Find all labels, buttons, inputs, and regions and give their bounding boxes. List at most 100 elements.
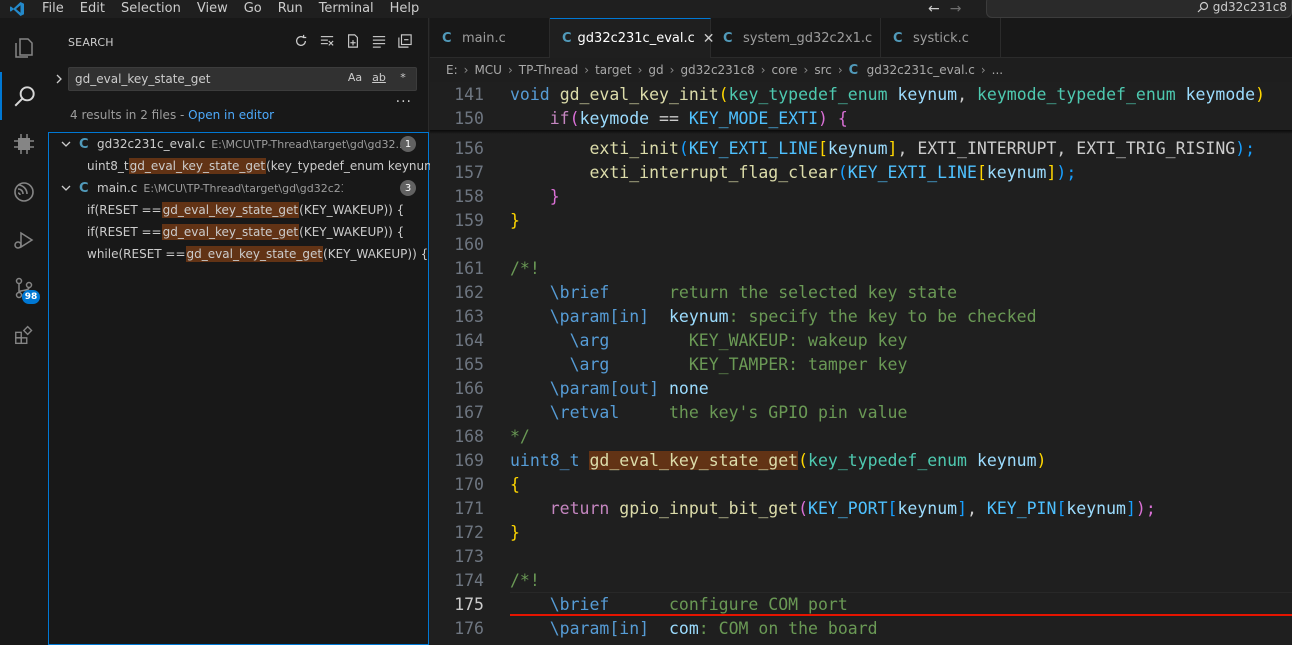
- code-line: 169 uint8_t gd_eval_key_state_get(key_ty…: [430, 448, 1292, 472]
- match-highlight: gd_eval_key_state_get: [185, 246, 324, 262]
- code-line: 165 \arg KEY_TAMPER: tamper key: [430, 352, 1292, 376]
- navigation-arrows: ← →: [928, 0, 961, 18]
- match-prefix: if(RESET ==: [87, 225, 162, 239]
- code-text: void gd_eval_key_init(key_typedef_enum k…: [510, 84, 1266, 104]
- chevron-right-icon: ›: [463, 63, 469, 77]
- run-debug-icon[interactable]: [0, 216, 48, 264]
- sidebar-title: SEARCH: [68, 36, 114, 49]
- code-text: \brief return the selected key state: [549, 282, 958, 302]
- search-view-icon[interactable]: [0, 72, 48, 120]
- search-options: Aa ab *: [346, 71, 412, 84]
- code-line: 162 \brief return the selected key state: [430, 280, 1292, 304]
- breadcrumb-item[interactable]: E:: [446, 63, 458, 77]
- line-number: 174: [454, 570, 484, 590]
- menu-bar: File Edit Selection View Go Run Terminal…: [34, 0, 427, 18]
- forward-arrow-icon[interactable]: →: [950, 1, 962, 17]
- menu-help[interactable]: Help: [382, 0, 428, 18]
- search-input[interactable]: [75, 71, 345, 87]
- editor-tab-bar: Cmain.c Cgd32c231c_eval.c ✕ Csystem_gd32…: [430, 18, 1292, 58]
- line-number: 175: [454, 594, 484, 614]
- menu-file[interactable]: File: [34, 0, 72, 18]
- code-text: /*!: [510, 258, 540, 278]
- chevron-right-icon: ›: [669, 63, 675, 77]
- code-editor[interactable]: 141 void gd_eval_key_init(key_typedef_en…: [430, 82, 1292, 645]
- result-match-row[interactable]: uint8_t gd_eval_key_state_get (key_typede…: [87, 155, 441, 177]
- c-file-icon: C: [562, 31, 572, 46]
- menu-edit[interactable]: Edit: [72, 0, 113, 18]
- breadcrumb-item[interactable]: src: [814, 63, 832, 77]
- extensions-icon[interactable]: [0, 312, 48, 360]
- code-text: \param[in] com: COM on the board: [549, 618, 878, 638]
- view-as-tree-icon[interactable]: [370, 32, 388, 50]
- breadcrumb-item[interactable]: MCU: [474, 63, 502, 77]
- new-search-editor-icon[interactable]: [344, 32, 362, 50]
- command-center[interactable]: gd32c231c8: [986, 0, 1292, 18]
- result-match-row[interactable]: while(RESET == gd_eval_key_state_get (KEY…: [87, 243, 428, 265]
- tab-label: gd32c231c_eval.c: [577, 31, 695, 46]
- menu-terminal[interactable]: Terminal: [311, 0, 382, 18]
- result-file-path: E:\MCU\TP-Thread\target\gd\gd32...: [211, 137, 406, 151]
- breadcrumb-item[interactable]: gd32c231c_eval.c: [867, 63, 975, 77]
- code-text: \param[out] none: [549, 378, 709, 398]
- breadcrumb-item[interactable]: ...: [992, 63, 1003, 77]
- open-in-editor-link[interactable]: Open in editor: [188, 108, 274, 122]
- code-line: 167 \retval the key's GPIO pin value: [430, 400, 1292, 424]
- search-icon: [1197, 1, 1208, 13]
- code-line: 156 exti_init(KEY_EXTI_LINE[keynum], EXT…: [430, 136, 1292, 160]
- match-highlight: gd_eval_key_state_get: [161, 202, 300, 218]
- breadcrumb-item[interactable]: core: [772, 63, 798, 77]
- code-text: uint8_t gd_eval_key_state_get(key_typede…: [510, 450, 1047, 470]
- menu-view[interactable]: View: [189, 0, 236, 18]
- result-file-row[interactable]: C main.c E:\MCU\TP-Thread\target\gd\gd32…: [49, 177, 428, 199]
- tab-main-c[interactable]: Cmain.c: [430, 18, 550, 58]
- back-arrow-icon[interactable]: ←: [928, 1, 940, 17]
- tab-systick-c[interactable]: Csystick.c: [881, 18, 1001, 58]
- clear-results-icon[interactable]: [318, 32, 336, 50]
- breadcrumb: E: › MCU › TP-Thread › target › gd › gd32c231…: [430, 58, 1292, 82]
- remote-globe-icon[interactable]: [0, 168, 48, 216]
- match-prefix: if(RESET ==: [87, 203, 162, 217]
- command-center-label: gd32c231c8: [1212, 0, 1287, 14]
- code-text: if(keymode == KEY_MODE_EXTI) {: [549, 108, 848, 128]
- collapse-all-icon[interactable]: [396, 32, 414, 50]
- line-number: 168: [454, 426, 484, 446]
- toggle-replace-chevron-icon[interactable]: [52, 70, 66, 88]
- code-text: \retval the key's GPIO pin value: [549, 402, 908, 422]
- code-text: }: [549, 186, 560, 206]
- source-control-badge: 98: [22, 290, 40, 304]
- breadcrumb-item[interactable]: TP-Thread: [519, 63, 579, 77]
- code-line: 170 {: [430, 472, 1292, 496]
- match-case-toggle[interactable]: Aa: [346, 71, 364, 84]
- menu-selection[interactable]: Selection: [113, 0, 189, 18]
- result-file-path: E:\MCU\TP-Thread\target\gd\gd32c231c8\co…: [143, 181, 343, 195]
- activity-bar: 98: [0, 18, 48, 645]
- code-text: exti_init(KEY_EXTI_LINE[keynum], EXTI_IN…: [589, 138, 1256, 158]
- use-regex-toggle[interactable]: *: [394, 71, 412, 84]
- breadcrumb-item[interactable]: gd32c231c8: [680, 63, 754, 77]
- source-control-icon[interactable]: [0, 264, 48, 312]
- result-file-row[interactable]: C gd32c231c_eval.c E:\MCU\TP-Thread\targ…: [49, 133, 428, 155]
- chevron-down-icon[interactable]: [59, 184, 73, 192]
- line-number: 165: [454, 354, 484, 374]
- line-number: 176: [454, 618, 484, 638]
- menu-run[interactable]: Run: [270, 0, 311, 18]
- result-match-row[interactable]: if(RESET == gd_eval_key_state_get (KEY_WA…: [87, 199, 404, 221]
- breadcrumb-item[interactable]: target: [595, 63, 632, 77]
- chevron-down-icon[interactable]: [59, 140, 73, 148]
- toggle-search-details-icon[interactable]: ...: [396, 90, 412, 106]
- code-text: exti_interrupt_flag_clear(KEY_EXTI_LINE[…: [589, 162, 1077, 182]
- menu-go[interactable]: Go: [236, 0, 270, 18]
- code-line: 150 if(keymode == KEY_MODE_EXTI) {: [430, 106, 1292, 130]
- code-line: 174 /*!: [430, 568, 1292, 592]
- match-whole-word-toggle[interactable]: ab: [370, 71, 388, 84]
- refresh-icon[interactable]: [292, 32, 310, 50]
- explorer-icon[interactable]: [0, 24, 48, 72]
- result-match-row[interactable]: if(RESET == gd_eval_key_state_get (KEY_WA…: [87, 221, 404, 243]
- tab-system-gd32c2x1-c[interactable]: Csystem_gd32c2x1.c: [711, 18, 881, 58]
- sidebar-actions: [292, 32, 414, 50]
- tab-gd32c231c-eval-c[interactable]: Cgd32c231c_eval.c ✕: [550, 18, 714, 58]
- breadcrumb-item[interactable]: gd: [648, 63, 663, 77]
- c-file-icon: C: [848, 62, 859, 78]
- code-line: 166 \param[out] none: [430, 376, 1292, 400]
- chip-extension-icon[interactable]: [0, 120, 48, 168]
